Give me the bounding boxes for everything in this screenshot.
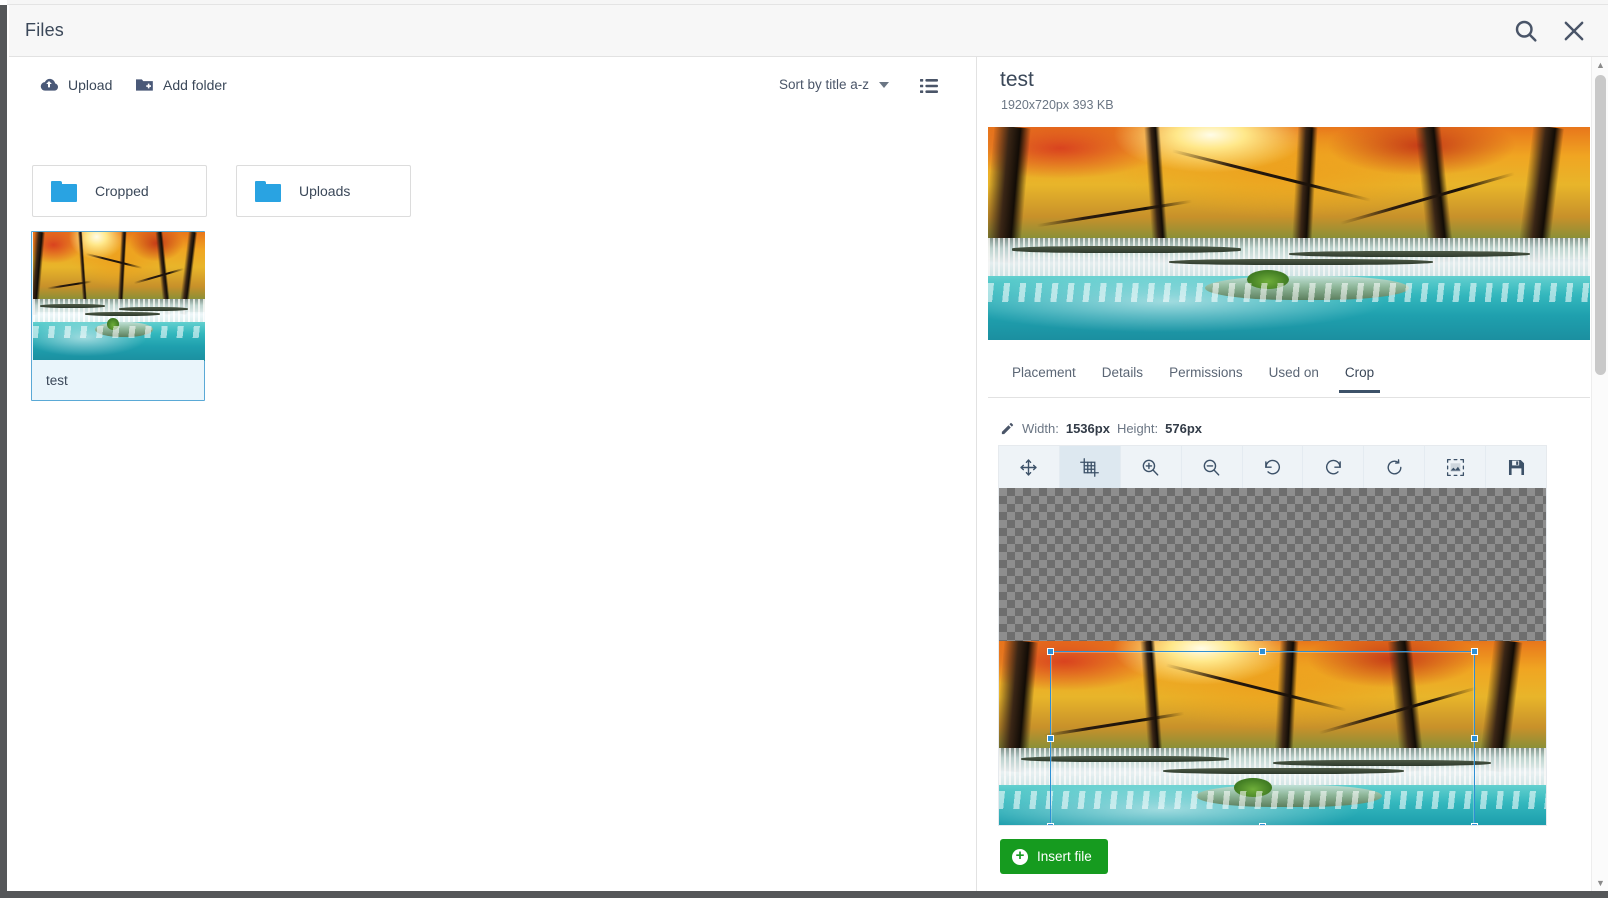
crop-toolbar	[999, 446, 1546, 488]
crop-grid-icon[interactable]	[1059, 446, 1121, 488]
rotate-right-icon[interactable]	[1303, 446, 1365, 488]
upload-button[interactable]: Upload	[39, 75, 112, 95]
crop-handle-bottom-center[interactable]	[1258, 823, 1266, 825]
upload-label: Upload	[68, 77, 113, 93]
zoom-in-icon[interactable]	[1121, 446, 1182, 488]
folder-icon	[255, 180, 281, 202]
crop-handle-middle-right[interactable]	[1471, 735, 1478, 742]
image-select-icon[interactable]	[1425, 446, 1487, 488]
files-dialog: Files Upload Add folder Sort by title a-…	[9, 5, 1608, 891]
image-preview	[988, 127, 1590, 340]
tab-crop[interactable]: Crop	[1338, 357, 1381, 393]
sort-label: Sort by title a-z	[778, 77, 869, 92]
folder-icon	[51, 180, 77, 202]
tab-placement[interactable]: Placement	[1010, 357, 1078, 392]
crop-handle-top-right[interactable]	[1471, 648, 1478, 655]
refresh-circle-icon[interactable]	[1364, 446, 1426, 488]
details-scrollbar[interactable]: ▲ ▼	[1591, 57, 1608, 891]
details-footer: + Insert file	[978, 835, 1590, 891]
crop-tool	[998, 445, 1547, 826]
dialog-titlebar: Files	[9, 5, 1608, 57]
file-card[interactable]: test	[31, 231, 205, 401]
crop-handle-top-center[interactable]	[1258, 648, 1266, 655]
list-view-icon[interactable]	[917, 74, 941, 98]
pencil-icon[interactable]	[1000, 421, 1015, 436]
file-thumbnail	[33, 232, 205, 361]
height-label: Height:	[1116, 421, 1159, 436]
plus-circle-icon: +	[1012, 848, 1028, 865]
crop-selection[interactable]	[1047, 648, 1478, 825]
rotate-left-icon[interactable]	[1243, 446, 1304, 488]
folder-label: Uploads	[299, 183, 351, 199]
crop-canvas[interactable]	[999, 488, 1546, 825]
folder-add-icon	[134, 75, 154, 95]
save-disk-icon[interactable]	[1486, 446, 1546, 488]
insert-file-button[interactable]: + Insert file	[1000, 839, 1108, 874]
add-folder-button[interactable]: Add folder	[134, 75, 227, 95]
tab-permissions[interactable]: Permissions	[1167, 357, 1245, 392]
browser-toolbar: Upload Add folder Sort by title a-z	[9, 57, 977, 113]
zoom-out-icon[interactable]	[1182, 446, 1243, 488]
close-icon[interactable]	[1560, 17, 1588, 45]
tab-details[interactable]: Details	[1100, 357, 1145, 392]
cloud-upload-icon	[39, 75, 59, 95]
crop-handle-middle-left[interactable]	[1047, 735, 1054, 742]
height-value: 576px	[1165, 421, 1203, 436]
crop-handle-bottom-right[interactable]	[1471, 823, 1478, 825]
folder-label: Cropped	[95, 183, 149, 199]
crop-handle-top-left[interactable]	[1047, 648, 1054, 655]
chevron-down-icon	[879, 81, 889, 88]
window-bottom-edge	[0, 891, 1608, 898]
sort-dropdown[interactable]: Sort by title a-z	[779, 77, 889, 92]
add-folder-label: Add folder	[163, 77, 227, 93]
file-card-label: test	[32, 360, 204, 400]
file-browser-pane: Upload Add folder Sort by title a-z Crop…	[9, 57, 977, 891]
insert-file-label: Insert file	[1037, 849, 1092, 864]
window-left-edge	[0, 5, 7, 891]
dialog-title: Files	[25, 20, 65, 40]
width-value: 1536px	[1065, 421, 1110, 436]
folder-item[interactable]: Cropped	[32, 165, 207, 217]
tab-used-on[interactable]: Used on	[1267, 357, 1321, 392]
crop-dimensions: Width: 1536px Height: 576px	[1000, 421, 1202, 436]
width-label: Width:	[1022, 421, 1059, 436]
details-scroll-area: test 1920x720px 393 KB Placement Details…	[978, 57, 1590, 835]
crop-handle-bottom-left[interactable]	[1047, 823, 1054, 825]
details-pane: test 1920x720px 393 KB Placement Details…	[978, 57, 1608, 891]
scrollbar-thumb[interactable]	[1595, 75, 1606, 375]
move-arrows-icon[interactable]	[999, 446, 1060, 488]
details-tabs: Placement Details Permissions Used on Cr…	[988, 357, 1590, 398]
page-title: test	[1000, 68, 1034, 91]
app-root: Files Upload Add folder Sort by title a-…	[0, 0, 1608, 898]
folder-item[interactable]: Uploads	[236, 165, 411, 217]
file-meta: 1920x720px 393 KB	[1001, 98, 1114, 112]
search-icon[interactable]	[1512, 17, 1540, 45]
caret-down-icon[interactable]: ▼	[1592, 875, 1608, 891]
caret-up-icon[interactable]: ▲	[1592, 57, 1608, 73]
